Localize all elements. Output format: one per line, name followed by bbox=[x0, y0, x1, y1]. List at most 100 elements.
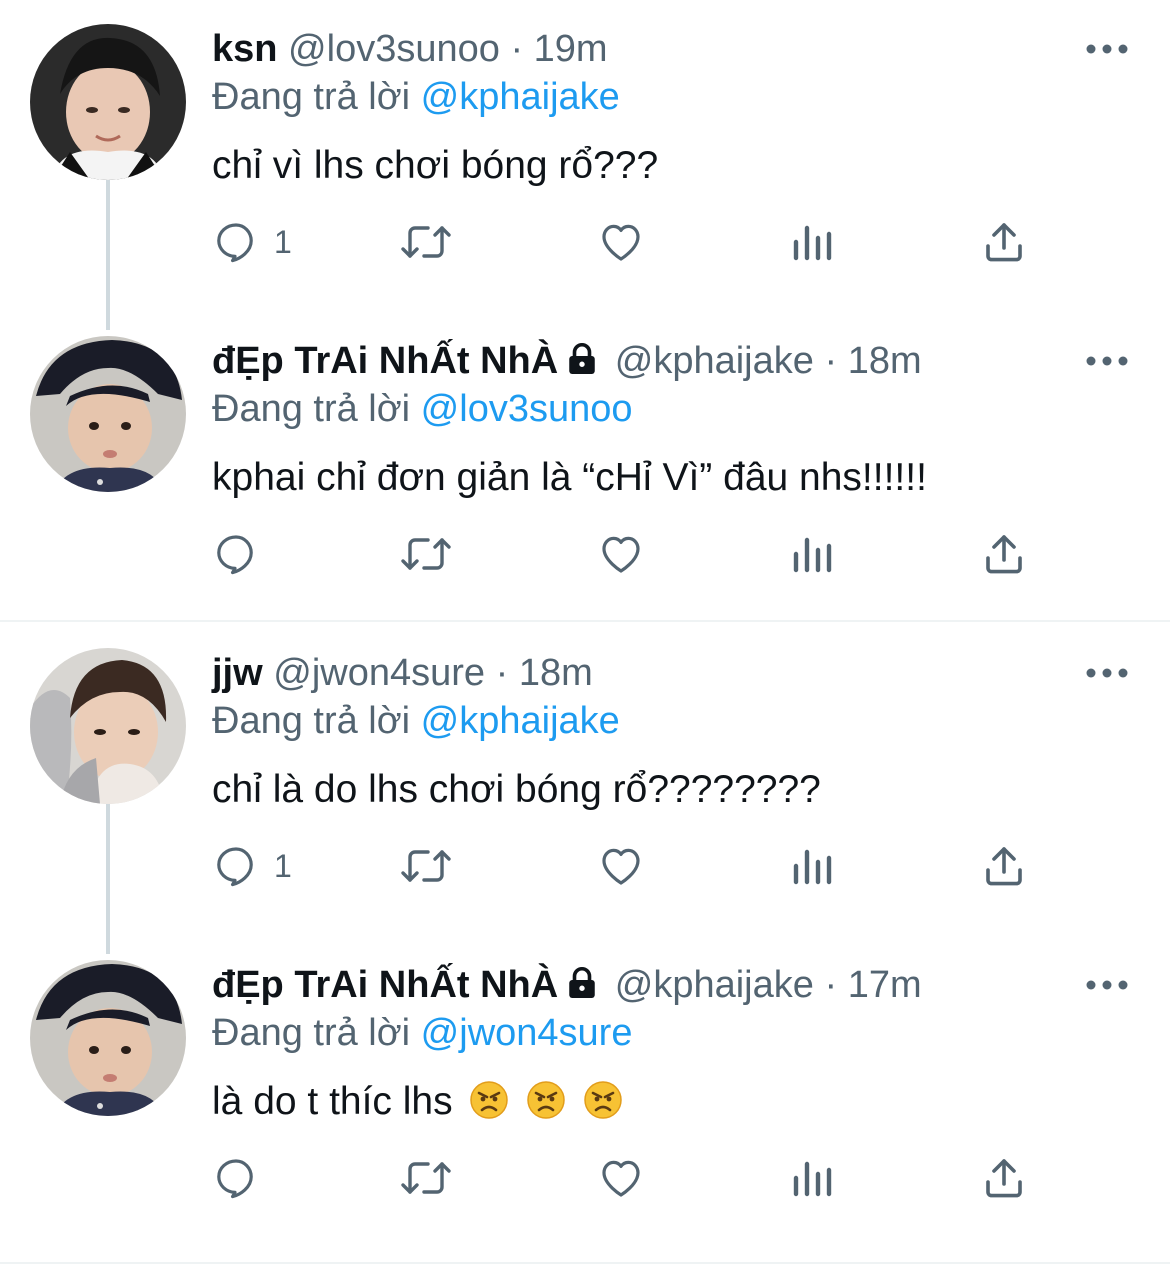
separator-dot: · bbox=[824, 964, 838, 1006]
heart-icon bbox=[602, 224, 640, 261]
retweet-icon bbox=[401, 850, 451, 882]
share-button[interactable] bbox=[980, 212, 1028, 272]
display-name[interactable]: đẸp TrAi NhẤt NhÀ bbox=[212, 964, 558, 1006]
retweet-button[interactable] bbox=[398, 1148, 454, 1208]
tweet-text: kphai chỉ đơn giản là “cHỉ Vì” đâu nhs!!… bbox=[212, 456, 927, 499]
share-icon bbox=[986, 1159, 1022, 1198]
avatar[interactable] bbox=[30, 24, 186, 180]
separator-dot: · bbox=[495, 652, 509, 694]
heart-icon bbox=[602, 536, 640, 573]
replying-to-label: Đang trả lời bbox=[212, 388, 411, 430]
bottom-divider bbox=[0, 1262, 1170, 1264]
more-options-icon[interactable] bbox=[1082, 972, 1132, 998]
reply-count: 1 bbox=[274, 223, 292, 260]
like-button[interactable] bbox=[596, 836, 646, 896]
tweet-actions: 1 bbox=[212, 212, 1042, 272]
share-button[interactable] bbox=[980, 524, 1028, 584]
reply-icon bbox=[217, 847, 253, 887]
share-icon bbox=[986, 535, 1022, 574]
reply-icon bbox=[217, 1159, 253, 1199]
tweet-actions bbox=[212, 1148, 1042, 1208]
more-options-icon[interactable] bbox=[1082, 348, 1132, 374]
reply-count: 1 bbox=[274, 847, 292, 884]
angry-face-icon bbox=[469, 1080, 509, 1130]
analytics-icon bbox=[793, 537, 832, 573]
tweet[interactable]: jjw @jwon4sure · 18m Đang trả lời @kphai… bbox=[0, 648, 1170, 938]
like-button[interactable] bbox=[596, 524, 646, 584]
timestamp[interactable]: 17m bbox=[848, 964, 922, 1006]
tweet-text: là do t thíc lhs bbox=[212, 1080, 623, 1130]
replying-to: Đang trả lời @lov3sunoo bbox=[212, 388, 633, 431]
heart-icon bbox=[602, 848, 640, 885]
tweet-text: chỉ là do lhs chơi bóng rổ???????? bbox=[212, 768, 821, 811]
user-handle[interactable]: @lov3sunoo bbox=[288, 28, 500, 70]
user-handle[interactable]: @kphaijake bbox=[615, 340, 814, 382]
like-button[interactable] bbox=[596, 212, 646, 272]
angry-face-icon bbox=[583, 1080, 623, 1130]
timestamp[interactable]: 19m bbox=[534, 28, 608, 70]
lock-icon bbox=[564, 964, 600, 1014]
avatar[interactable] bbox=[30, 336, 186, 492]
reply-button[interactable]: 1 bbox=[212, 836, 292, 896]
retweet-button[interactable] bbox=[398, 524, 454, 584]
retweet-icon bbox=[401, 226, 451, 258]
replying-to: Đang trả lời @kphaijake bbox=[212, 76, 620, 119]
reply-icon bbox=[217, 535, 253, 575]
mention-link[interactable]: @kphaijake bbox=[421, 76, 620, 118]
share-button[interactable] bbox=[980, 1148, 1028, 1208]
views-button[interactable] bbox=[790, 524, 834, 584]
tweet-header: ksn @lov3sunoo · 19m bbox=[212, 24, 608, 74]
tweet-header: jjw @jwon4sure · 18m bbox=[212, 648, 593, 698]
timestamp[interactable]: 18m bbox=[519, 652, 593, 694]
reply-button[interactable] bbox=[212, 524, 274, 584]
reply-button[interactable] bbox=[212, 1148, 274, 1208]
user-handle[interactable]: @kphaijake bbox=[615, 964, 814, 1006]
mention-link[interactable]: @jwon4sure bbox=[421, 1012, 633, 1054]
tweet-header: đẸp TrAi NhẤt NhÀ @kphaijake · 17m bbox=[212, 960, 922, 1010]
separator-dot: · bbox=[510, 28, 524, 70]
heart-icon bbox=[602, 1160, 640, 1197]
display-name[interactable]: ksn bbox=[212, 28, 277, 70]
like-button[interactable] bbox=[596, 1148, 646, 1208]
user-handle[interactable]: @jwon4sure bbox=[273, 652, 485, 694]
tweet[interactable]: ksn @lov3sunoo · 19m Đang trả lời @kphai… bbox=[0, 24, 1170, 314]
tweet-header: đẸp TrAi NhẤt NhÀ @kphaijake · 18m bbox=[212, 336, 922, 386]
replying-to-label: Đang trả lời bbox=[212, 700, 411, 742]
tweet-text-content: là do t thíc lhs bbox=[212, 1080, 453, 1123]
mention-link[interactable]: @lov3sunoo bbox=[421, 388, 633, 430]
reply-icon bbox=[217, 223, 253, 263]
display-name[interactable]: jjw bbox=[212, 652, 263, 694]
retweet-button[interactable] bbox=[398, 212, 454, 272]
replying-to-label: Đang trả lời bbox=[212, 1012, 411, 1054]
views-button[interactable] bbox=[790, 1148, 834, 1208]
analytics-icon bbox=[793, 849, 832, 885]
conversation-divider bbox=[0, 620, 1170, 622]
retweet-button[interactable] bbox=[398, 836, 454, 896]
analytics-icon bbox=[793, 225, 832, 261]
tweet-text: chỉ vì lhs chơi bóng rổ??? bbox=[212, 144, 659, 187]
reply-button[interactable]: 1 bbox=[212, 212, 292, 272]
lock-icon bbox=[564, 340, 600, 390]
views-button[interactable] bbox=[790, 212, 834, 272]
separator-dot: · bbox=[824, 340, 838, 382]
tweet[interactable]: đẸp TrAi NhẤt NhÀ @kphaijake · 18m Đang … bbox=[0, 336, 1170, 616]
retweet-icon bbox=[401, 1162, 451, 1194]
analytics-icon bbox=[793, 1161, 832, 1197]
mention-link[interactable]: @kphaijake bbox=[421, 700, 620, 742]
replying-to: Đang trả lời @kphaijake bbox=[212, 700, 620, 743]
share-icon bbox=[986, 223, 1022, 262]
avatar[interactable] bbox=[30, 648, 186, 804]
more-options-icon[interactable] bbox=[1082, 36, 1132, 62]
share-icon bbox=[986, 847, 1022, 886]
timestamp[interactable]: 18m bbox=[848, 340, 922, 382]
tweet-actions: 1 bbox=[212, 836, 1042, 896]
tweet[interactable]: đẸp TrAi NhẤt NhÀ @kphaijake · 17m Đang … bbox=[0, 960, 1170, 1250]
views-button[interactable] bbox=[790, 836, 834, 896]
avatar[interactable] bbox=[30, 960, 186, 1116]
more-options-icon[interactable] bbox=[1082, 660, 1132, 686]
share-button[interactable] bbox=[980, 836, 1028, 896]
tweet-actions bbox=[212, 524, 1042, 584]
retweet-icon bbox=[401, 538, 451, 570]
display-name[interactable]: đẸp TrAi NhẤt NhÀ bbox=[212, 340, 558, 382]
replying-to-label: Đang trả lời bbox=[212, 76, 411, 118]
